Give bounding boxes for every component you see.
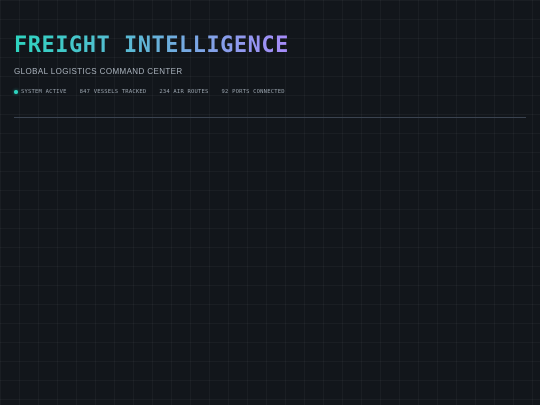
header-divider: [14, 117, 526, 118]
vessels-stat-label: 847 VESSELS TRACKED: [79, 89, 147, 95]
air-routes-stat: 234 AIR ROUTES: [159, 89, 208, 95]
status-indicator-dot-icon: [14, 90, 18, 94]
status-bar: SYSTEM ACTIVE 847 VESSELS TRACKED 234 AI…: [14, 89, 526, 95]
air-routes-stat-label: 234 AIR ROUTES: [159, 89, 209, 95]
page-subtitle: GLOBAL LOGISTICS COMMAND CENTER: [14, 67, 183, 76]
ports-stat: 92 PORTS CONNECTED: [222, 89, 285, 95]
system-status-label: SYSTEM ACTIVE: [21, 89, 67, 95]
ports-stat-label: 92 PORTS CONNECTED: [221, 89, 285, 95]
vessels-stat: 847 VESSELS TRACKED: [80, 89, 147, 95]
page-title: FREIGHT INTELLIGENCE: [14, 33, 289, 58]
page-header: FREIGHT INTELLIGENCE GLOBAL LOGISTICS CO…: [14, 32, 526, 95]
system-status: SYSTEM ACTIVE: [14, 89, 67, 95]
